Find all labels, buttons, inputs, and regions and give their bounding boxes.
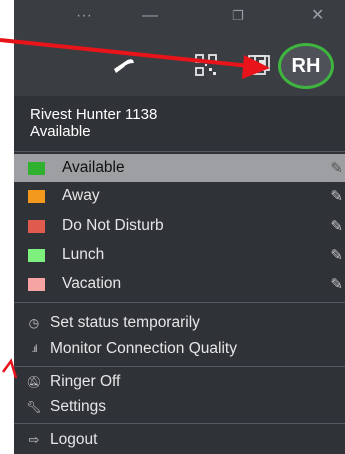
annotation-arrow-to-avatar xyxy=(0,38,270,79)
annotation-arrows xyxy=(0,38,270,379)
annotation-arrow-partial xyxy=(1,358,18,379)
